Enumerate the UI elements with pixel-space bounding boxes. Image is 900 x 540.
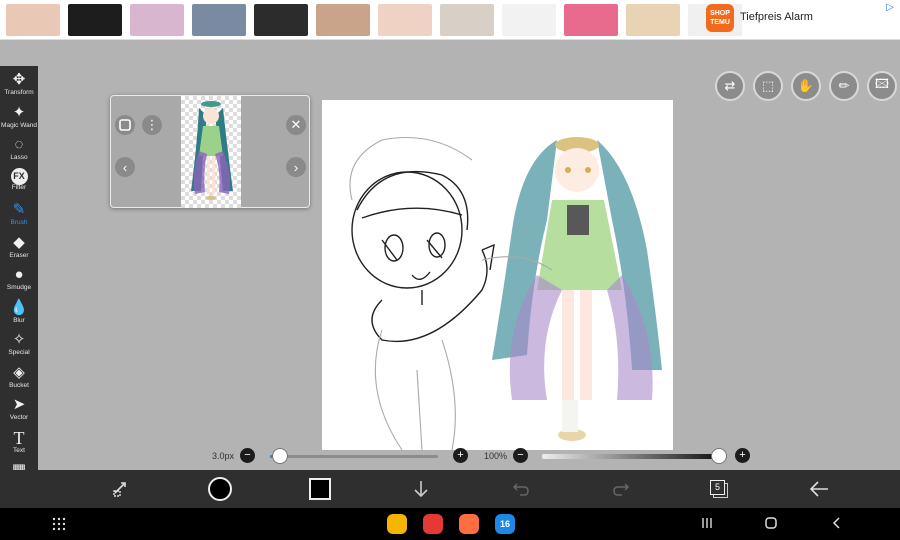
brush-size-increase-button[interactable]: +	[453, 448, 468, 463]
tool-vector[interactable]: ➤ Vector	[0, 395, 38, 427]
ad-thumbnail[interactable]	[626, 3, 680, 36]
tool-label: Special	[8, 349, 30, 356]
ad-thumbnail[interactable]	[440, 3, 494, 36]
redo-icon[interactable]	[608, 476, 634, 502]
tool-eraser[interactable]: ◆ Eraser	[0, 233, 38, 265]
tool-label: Eraser	[9, 251, 29, 259]
smudge-icon: ●	[14, 266, 24, 283]
ad-thumbnails[interactable]	[6, 3, 742, 36]
flipboard-app-icon[interactable]	[423, 514, 443, 534]
calendar-app-icon[interactable]: 16	[495, 514, 515, 534]
ruler-icon[interactable]: ✏	[829, 71, 859, 101]
tool-label: Bucket	[9, 381, 29, 389]
ad-thumbnail[interactable]	[6, 3, 60, 36]
opacity-knob[interactable]	[711, 448, 727, 464]
ad-thumbnail[interactable]	[68, 3, 122, 36]
tool-smudge[interactable]: ● Smudge	[0, 265, 38, 297]
brush-sliders: 3.0px − + 100% − +	[0, 446, 900, 468]
blur-drop-icon: 💧	[9, 298, 29, 316]
apps-grid-icon[interactable]	[52, 517, 66, 536]
ad-thumbnail[interactable]	[564, 3, 618, 36]
tool-label: Transform	[4, 89, 34, 96]
lasso-icon: ◌	[14, 136, 24, 153]
close-icon[interactable]: ✕	[286, 115, 306, 135]
square-icon[interactable]	[115, 115, 135, 135]
tool-transform[interactable]: ✥ Transform	[0, 70, 38, 102]
ad-thumbnail[interactable]	[130, 3, 184, 36]
bucket-icon: ◈	[13, 363, 25, 381]
fx-icon: FX	[10, 167, 28, 185]
layers-count: 5	[710, 480, 725, 495]
tool-label: Blur	[13, 316, 25, 324]
drawing-canvas[interactable]	[322, 100, 673, 450]
layer-color-icon[interactable]	[307, 476, 333, 502]
calendar-date: 16	[499, 519, 510, 529]
opacity-slider[interactable]	[542, 454, 720, 459]
chevron-right-icon[interactable]: ›	[286, 157, 306, 177]
tool-label: Filter	[11, 183, 27, 191]
tool-label: Magic Wand	[1, 121, 37, 129]
bottom-toolbar: 5	[0, 470, 900, 508]
tool-blur[interactable]: 💧 Blur	[0, 298, 38, 330]
system-navbar: 16	[0, 508, 900, 540]
home-icon[interactable]	[764, 516, 778, 535]
ad-title[interactable]: Tiefpreis Alarm	[740, 11, 813, 23]
ad-thumbnail[interactable]	[254, 3, 308, 36]
tool-label: Brush	[10, 219, 28, 226]
opacity-label: 100%	[484, 451, 508, 461]
brush-color-icon[interactable]	[207, 476, 233, 502]
ad-banner[interactable]: SHOP TEMU Tiefpreis Alarm ▷	[0, 0, 900, 40]
nav-back-icon[interactable]	[830, 516, 844, 535]
opacity-decrease-button[interactable]: −	[513, 448, 528, 463]
ad-thumbnail[interactable]	[378, 3, 432, 36]
special-brush-icon: ✧	[12, 331, 26, 348]
tool-label: Smudge	[6, 284, 32, 291]
tool-bucket[interactable]: ◈ Bucket	[0, 363, 38, 395]
vector-arrow-icon: ➤	[12, 396, 26, 413]
undo-icon[interactable]	[508, 476, 534, 502]
reference-image	[181, 96, 241, 208]
chevron-left-icon[interactable]: ‹	[115, 157, 135, 177]
ad-brand-line-2: TEMU	[710, 19, 730, 26]
eraser-icon: ◆	[13, 233, 25, 251]
tool-lasso[interactable]: ◌ Lasso	[0, 135, 38, 167]
move-arrows-icon: ✥	[12, 71, 26, 88]
ad-thumbnail[interactable]	[192, 3, 246, 36]
tool-sidebar: ✥ Transform ✦ Magic Wand ◌ Lasso FX Filter ✎ Brus…	[0, 66, 39, 511]
swap-brush-icon[interactable]	[108, 476, 134, 502]
toggle-icon[interactable]: ⇄	[715, 71, 745, 101]
ad-brand-line-1: SHOP	[710, 10, 730, 17]
reference-window[interactable]: ⋮ ✕ ‹ ›	[110, 95, 310, 208]
tool-label: Vector	[9, 414, 29, 421]
magic-wand-icon: ✦	[12, 103, 26, 121]
canvas-artwork	[349, 137, 662, 450]
tool-label: Lasso	[10, 154, 28, 161]
brush-size-knob[interactable]	[272, 448, 289, 464]
hand-icon[interactable]: ✋	[791, 71, 821, 101]
selection-icon[interactable]: ⬚	[753, 71, 783, 101]
tool-special[interactable]: ✧ Special	[0, 330, 38, 362]
brush-size-label: 3.0px	[212, 451, 235, 461]
tool-filter[interactable]: FX Filter	[0, 167, 38, 200]
tool-magic-wand[interactable]: ✦ Magic Wand	[0, 103, 38, 135]
ad-thumbnail[interactable]	[316, 3, 370, 36]
files-app-icon[interactable]	[387, 514, 407, 534]
download-icon[interactable]	[408, 476, 434, 502]
layers-icon[interactable]: 5	[706, 476, 732, 502]
opacity-increase-button[interactable]: +	[735, 448, 750, 463]
ad-thumbnail[interactable]	[502, 3, 556, 36]
brush-size-slider[interactable]	[270, 455, 438, 458]
reference-image-icon[interactable]: 🖾	[867, 71, 897, 101]
text-icon: T	[13, 427, 25, 448]
brush-icon: ✎	[12, 201, 26, 218]
contacts-app-icon[interactable]	[459, 514, 479, 534]
back-arrow-icon[interactable]	[806, 476, 832, 502]
temu-logo[interactable]: SHOP TEMU	[706, 4, 734, 32]
brush-size-decrease-button[interactable]: −	[240, 448, 255, 463]
more-vertical-icon[interactable]: ⋮	[142, 115, 162, 135]
ad-choices-icon[interactable]: ▷	[886, 2, 894, 13]
recents-icon[interactable]	[700, 516, 714, 535]
tool-brush[interactable]: ✎ Brush	[0, 200, 38, 232]
